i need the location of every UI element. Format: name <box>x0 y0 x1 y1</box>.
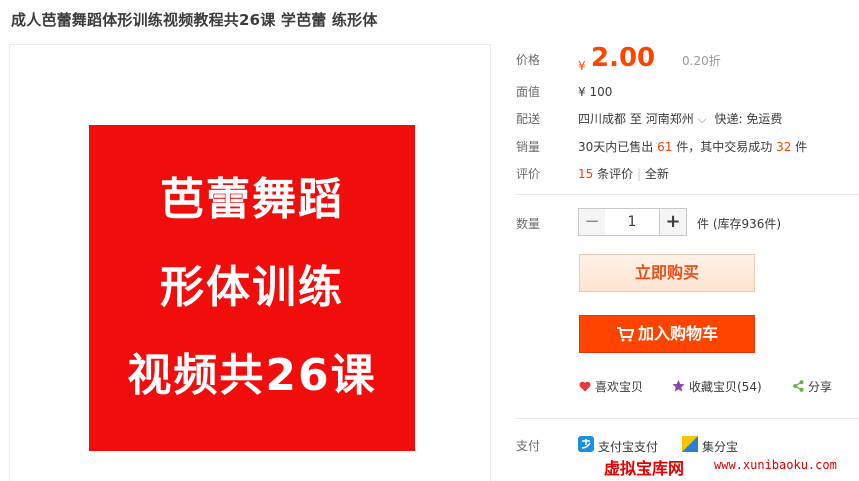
quantity-decrease-button[interactable]: − <box>578 208 606 236</box>
discount-value: 0.20折 <box>682 54 721 68</box>
quantity-row: 数量 <box>516 215 578 232</box>
hero-line-2: 形体训练 <box>160 262 344 313</box>
payment-label: 支付 <box>516 439 541 453</box>
review-count[interactable]: 15 <box>578 167 593 181</box>
star-icon <box>672 380 685 395</box>
sales-count: 61 <box>657 140 673 154</box>
review-separator: | <box>636 167 641 181</box>
currency-symbol: ¥ <box>578 59 586 73</box>
stock-text: 件 (库存936件) <box>697 217 782 231</box>
jifenbao-label: 集分宝 <box>702 440 739 454</box>
shipping-method: 快递: 免运费 <box>714 112 783 126</box>
price-row: 价格 ¥ 2.00 0.20折 <box>516 43 816 77</box>
review-suffix[interactable]: 条评价 <box>597 167 633 181</box>
quantity-stepper: − 1 + <box>578 208 688 236</box>
quantity-increase-button[interactable]: + <box>659 208 687 236</box>
buy-now-button[interactable]: 立即购买 <box>579 254 755 292</box>
add-to-cart-button[interactable]: 加入购物车 <box>579 315 755 353</box>
shipping-to: 河南郑州 <box>645 112 694 126</box>
jifenbao-option: 集分宝 <box>682 436 738 455</box>
favorite-label: 收藏宝贝(54) <box>689 380 762 394</box>
stock-info: 件 (库存936件) <box>697 215 781 232</box>
watermark-text: 虚拟宝库网 <box>604 459 685 478</box>
quantity-input[interactable]: 1 <box>605 208 659 236</box>
product-gallery[interactable]: 芭蕾舞蹈 形体训练 视频共26课 <box>9 44 491 481</box>
sales-suffix: 件 <box>795 140 808 154</box>
sales-prefix: 30天内已售出 <box>578 140 654 154</box>
product-page: 成人芭蕾舞蹈体形训练视频教程共26课 学芭蕾 练形体 芭蕾舞蹈 形体训练 视频共… <box>0 0 859 481</box>
product-main-image[interactable]: 芭蕾舞蹈 形体训练 视频共26课 <box>89 125 415 451</box>
shipping-from: 四川成都 <box>578 112 627 126</box>
product-title: 成人芭蕾舞蹈体形训练视频教程共26课 学芭蕾 练形体 <box>11 11 378 29</box>
add-to-cart-label: 加入购物车 <box>637 324 718 343</box>
favorite-button[interactable]: 收藏宝贝(54) <box>672 378 762 395</box>
payment-row: 支付 <box>516 437 578 454</box>
face-value: ¥ 100 <box>578 85 613 99</box>
hero-line-1: 芭蕾舞蹈 <box>160 174 344 225</box>
share-label: 分享 <box>808 380 833 394</box>
like-label: 喜欢宝贝 <box>595 380 644 394</box>
hero-line-3: 视频共26课 <box>127 350 377 401</box>
alipay-option: 支付宝支付 <box>578 436 658 455</box>
alipay-label: 支付宝支付 <box>598 440 659 454</box>
condition-new: 全新 <box>644 167 669 181</box>
shipping-to-word: 至 <box>629 112 642 126</box>
review-row: 评价 15 条评价 | 全新 <box>516 165 669 182</box>
face-value-label: 面值 <box>516 85 541 99</box>
sales-label: 销量 <box>516 140 541 154</box>
share-icon <box>793 380 804 395</box>
shipping-label: 配送 <box>516 112 541 126</box>
quantity-label: 数量 <box>516 217 541 231</box>
share-button[interactable]: 分享 <box>793 378 832 395</box>
alipay-icon <box>578 436 594 455</box>
divider-bottom <box>516 418 859 419</box>
sales-middle: 件，其中交易成功 <box>676 140 773 154</box>
cart-icon <box>616 319 635 355</box>
face-value-row: 面值 ¥ 100 <box>516 83 612 100</box>
price-value: 2.00 <box>591 43 656 73</box>
heart-icon <box>579 381 591 395</box>
sales-success-count: 32 <box>776 140 792 154</box>
shipping-destination-select[interactable]: 河南郑州 ⌵ <box>646 112 707 126</box>
review-label: 评价 <box>516 167 541 181</box>
shipping-row: 配送 四川成都 至 河南郑州 ⌵ 快递: 免运费 <box>516 110 782 127</box>
chevron-down-icon: ⌵ <box>697 112 707 126</box>
watermark-url: www.xunibaoku.com <box>714 458 837 472</box>
jifenbao-icon <box>682 436 698 455</box>
like-button[interactable]: 喜欢宝贝 <box>579 378 643 395</box>
price-label: 价格 <box>516 53 541 67</box>
sales-row: 销量 30天内已售出 61 件，其中交易成功 32 件 <box>516 138 807 155</box>
divider-top <box>516 194 859 195</box>
